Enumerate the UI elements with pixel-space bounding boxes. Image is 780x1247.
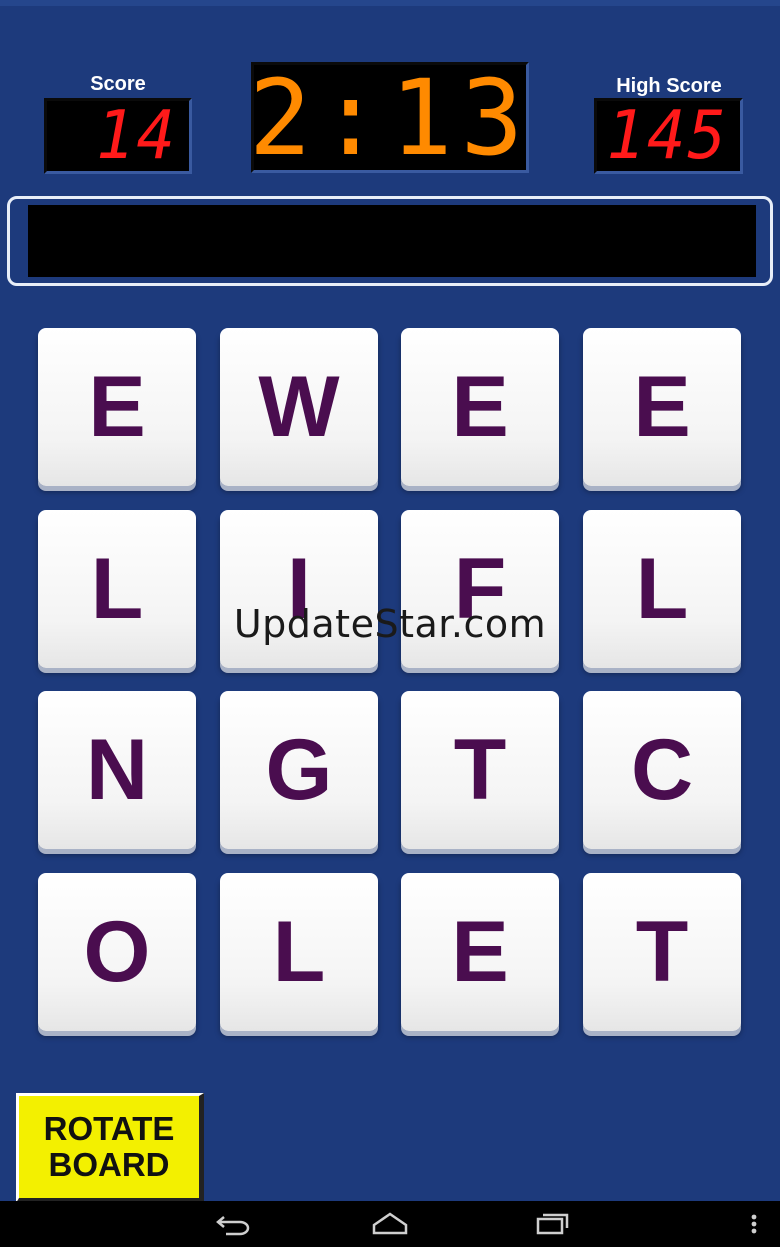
score-value: 14 xyxy=(95,97,177,175)
tile-r2-c4[interactable]: L xyxy=(583,510,741,668)
rotate-board-label-line1: ROTATE xyxy=(43,1110,175,1147)
high-score-display: 145 xyxy=(594,97,743,175)
current-word-bar xyxy=(7,196,773,286)
home-icon[interactable] xyxy=(371,1209,409,1239)
high-score-label: High Score xyxy=(616,75,722,97)
top-edge xyxy=(0,0,780,6)
timer-display: 2:13 xyxy=(249,57,529,179)
tile-r4-c4[interactable]: T xyxy=(583,873,741,1031)
tile-r4-c2[interactable]: L xyxy=(220,873,378,1031)
tile-r3-c2[interactable]: G xyxy=(220,691,378,849)
tile-r4-c3[interactable]: E xyxy=(401,873,559,1031)
back-icon[interactable] xyxy=(214,1209,252,1239)
high-score-value: 145 xyxy=(606,97,728,175)
tile-r1-c1[interactable]: E xyxy=(38,328,196,486)
timer-value: 2:13 xyxy=(248,56,532,179)
tile-r1-c3[interactable]: E xyxy=(401,328,559,486)
tile-r3-c3[interactable]: T xyxy=(401,691,559,849)
tile-r2-c1[interactable]: L xyxy=(38,510,196,668)
tile-r1-c4[interactable]: E xyxy=(583,328,741,486)
score-label: Score xyxy=(90,73,146,95)
tile-r4-c1[interactable]: O xyxy=(38,873,196,1031)
rotate-board-button[interactable]: ROTATE BOARD xyxy=(16,1093,204,1203)
rotate-board-label-line2: BOARD xyxy=(48,1146,170,1183)
navigation-bar xyxy=(0,1201,780,1247)
tile-r3-c1[interactable]: N xyxy=(38,691,196,849)
overflow-menu-icon[interactable] xyxy=(748,1209,760,1239)
tile-r2-c2[interactable]: I xyxy=(220,510,378,668)
recent-apps-icon[interactable] xyxy=(532,1209,570,1239)
current-word-display xyxy=(28,205,756,277)
tile-r2-c3[interactable]: F xyxy=(401,510,559,668)
score-display: 14 xyxy=(44,97,192,175)
tile-r3-c4[interactable]: C xyxy=(583,691,741,849)
tile-r1-c2[interactable]: W xyxy=(220,328,378,486)
